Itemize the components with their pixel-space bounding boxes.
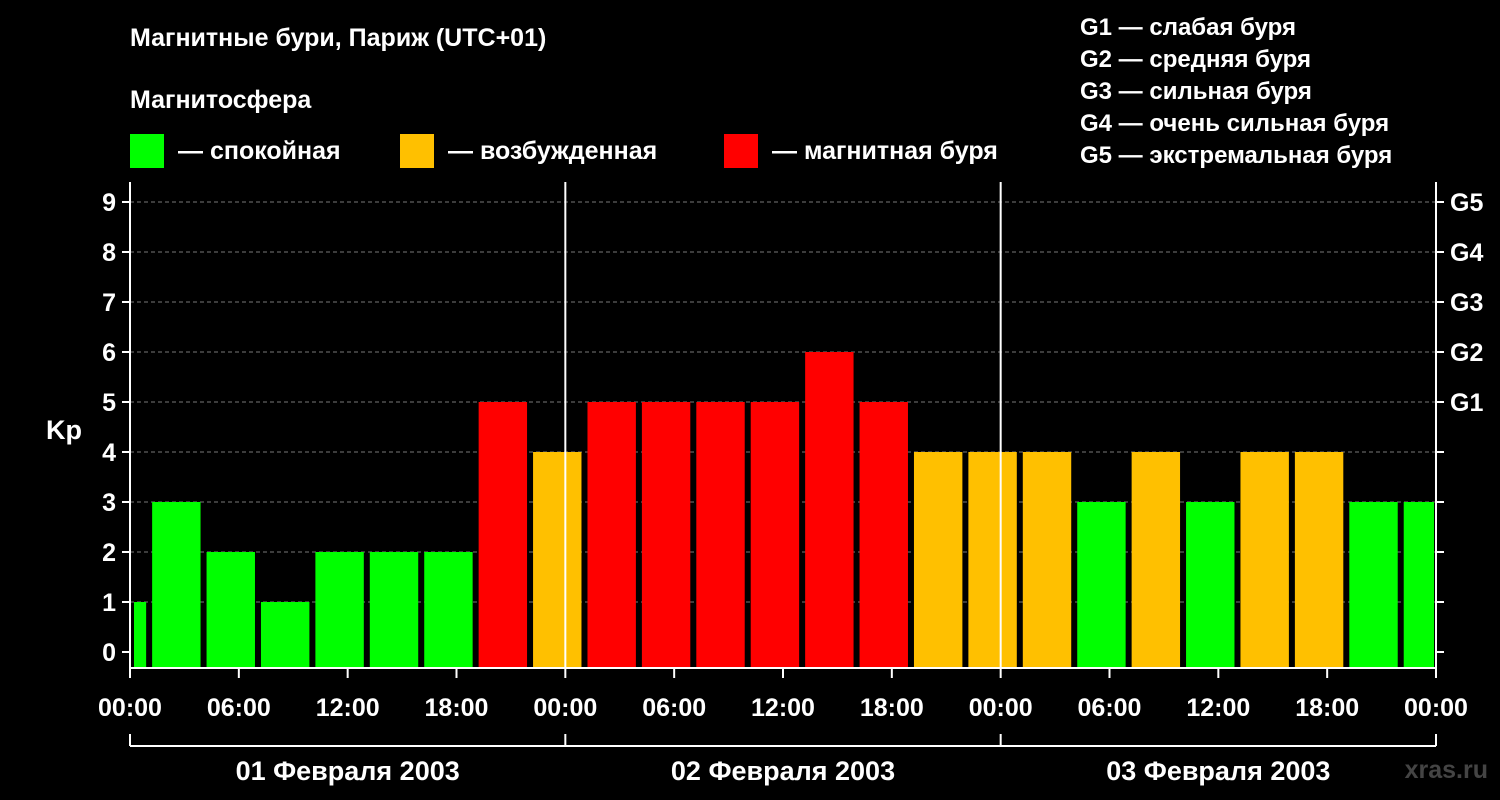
kp-bar-9 [587,402,636,668]
x-tick-label: 00:00 [969,694,1033,722]
y-axis-label: Kp [46,415,82,445]
y-tick-label: 6 [102,339,116,367]
kp-bar-23 [1349,502,1398,668]
x-tick-label: 00:00 [98,694,162,722]
kp-bar-8 [533,452,582,668]
x-tick-label: 12:00 [751,694,815,722]
kp-bar-20 [1186,502,1235,668]
x-tick-label: 18:00 [425,694,489,722]
x-tick-label: 18:00 [860,694,924,722]
y-tick-label: 7 [102,289,116,317]
x-tick-label: 06:00 [1078,694,1142,722]
kp-bar-1 [152,502,201,668]
x-tick-label: 18:00 [1295,694,1359,722]
x-tick-label: 06:00 [207,694,271,722]
x-tick-label: 12:00 [316,694,380,722]
day-label: 03 Февраля 2003 [1106,756,1330,786]
g-tick-label: G2 [1450,339,1483,367]
y-tick-label: 5 [102,389,116,417]
kp-bar-0 [134,602,147,668]
kp-bar-4 [315,552,364,668]
day-label: 02 Февраля 2003 [671,756,895,786]
g-tick-label: G1 [1450,389,1483,417]
g-tick-label: G4 [1450,239,1483,267]
y-tick-label: 8 [102,239,116,267]
y-tick-label: 9 [102,189,116,217]
x-tick-label: 12:00 [1186,694,1250,722]
kp-bar-19 [1131,452,1181,668]
kp-bar-14 [859,402,908,668]
kp-bar-13 [805,352,854,668]
y-tick-label: 0 [102,639,116,667]
kp-bar-16 [968,452,1017,668]
kp-bar-24 [1403,502,1434,668]
day-label: 01 Февраля 2003 [236,756,460,786]
y-tick-label: 4 [102,439,116,467]
x-tick-label: 00:00 [533,694,597,722]
kp-bar-21 [1240,452,1289,668]
g-tick-label: G3 [1450,289,1483,317]
kp-bar-3 [260,602,310,668]
x-tick-label: 06:00 [642,694,706,722]
kp-bar-6 [424,552,473,668]
kp-bar-22 [1294,452,1344,668]
kp-bar-11 [696,402,745,668]
kp-bar-2 [206,552,255,668]
kp-bar-5 [369,552,419,668]
watermark: xras.ru [1404,756,1488,784]
kp-bar-15 [913,452,963,668]
kp-bar-chart: 0 1 2 3 4 5 6 7 8 9 G1 G2 G3 G4 G5 Kp 00:00 06:00 12:00 18:… [46,182,1483,786]
y-tick-label: 2 [102,539,116,567]
kp-bar-17 [1022,452,1072,668]
kp-bar-18 [1077,502,1126,668]
y-tick-label: 3 [102,489,116,517]
kp-bar-12 [750,402,800,668]
g-tick-label: G5 [1450,189,1483,217]
kp-bar-10 [641,402,691,668]
x-tick-label: 00:00 [1404,694,1468,722]
kp-bar-7 [478,402,528,668]
y-tick-label: 1 [102,589,116,617]
